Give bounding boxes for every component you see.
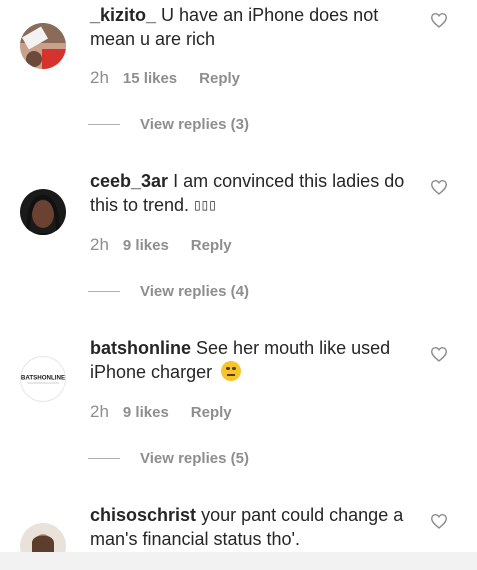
comment-text: _kizito_ U have an iPhone does not mean … — [90, 3, 420, 51]
comment-time: 2h — [90, 235, 109, 254]
comment-meta: 2h 15 likes Reply — [90, 68, 240, 88]
comment-time: 2h — [90, 68, 109, 87]
comment-text: ceeb_3ar I am convinced this ladies do t… — [90, 169, 420, 217]
comment-username[interactable]: batshonline — [90, 338, 191, 358]
heart-outline-icon[interactable] — [430, 179, 448, 195]
view-replies-label: View replies (5) — [140, 450, 249, 467]
heart-outline-icon[interactable] — [430, 513, 448, 529]
view-replies-button[interactable]: View replies (3) — [88, 116, 249, 133]
heart-outline-icon[interactable] — [430, 12, 448, 28]
replies-divider — [88, 291, 120, 292]
view-replies-button[interactable]: View replies (4) — [88, 283, 249, 300]
unamused-face-emoji — [221, 361, 242, 381]
replies-divider — [88, 124, 120, 125]
comment-meta: 2h 9 likes Reply — [90, 402, 232, 422]
comment-text: batshonline See her mouth like used iPho… — [90, 336, 420, 384]
reply-button[interactable]: Reply — [191, 237, 232, 254]
comment-likes[interactable]: 15 likes — [123, 70, 177, 87]
view-replies-button[interactable]: View replies (5) — [88, 450, 249, 467]
comment-meta: 2h 9 likes Reply — [90, 235, 232, 255]
comment-time: 2h — [90, 402, 109, 421]
view-replies-label: View replies (3) — [140, 116, 249, 133]
comment-username[interactable]: ceeb_3ar — [90, 171, 168, 191]
view-replies-label: View replies (4) — [140, 283, 249, 300]
replies-divider — [88, 458, 120, 459]
avatar[interactable] — [20, 23, 66, 69]
reply-button[interactable]: Reply — [191, 404, 232, 421]
batshonline-logo: BATSHONLINE — [21, 373, 65, 384]
heart-outline-icon[interactable] — [430, 346, 448, 362]
avatar[interactable]: BATSHONLINE — [20, 356, 66, 402]
comment-text: chisoschrist your pant could change a ma… — [90, 503, 420, 551]
reply-button[interactable]: Reply — [199, 70, 240, 87]
bottom-bar — [0, 552, 477, 570]
comment-likes[interactable]: 9 likes — [123, 404, 169, 421]
comment-likes[interactable]: 9 likes — [123, 237, 169, 254]
comment-username[interactable]: _kizito_ — [90, 5, 156, 25]
comment-username[interactable]: chisoschrist — [90, 505, 196, 525]
avatar[interactable] — [20, 189, 66, 235]
emoji-placeholder: ▯▯▯ — [194, 198, 217, 212]
